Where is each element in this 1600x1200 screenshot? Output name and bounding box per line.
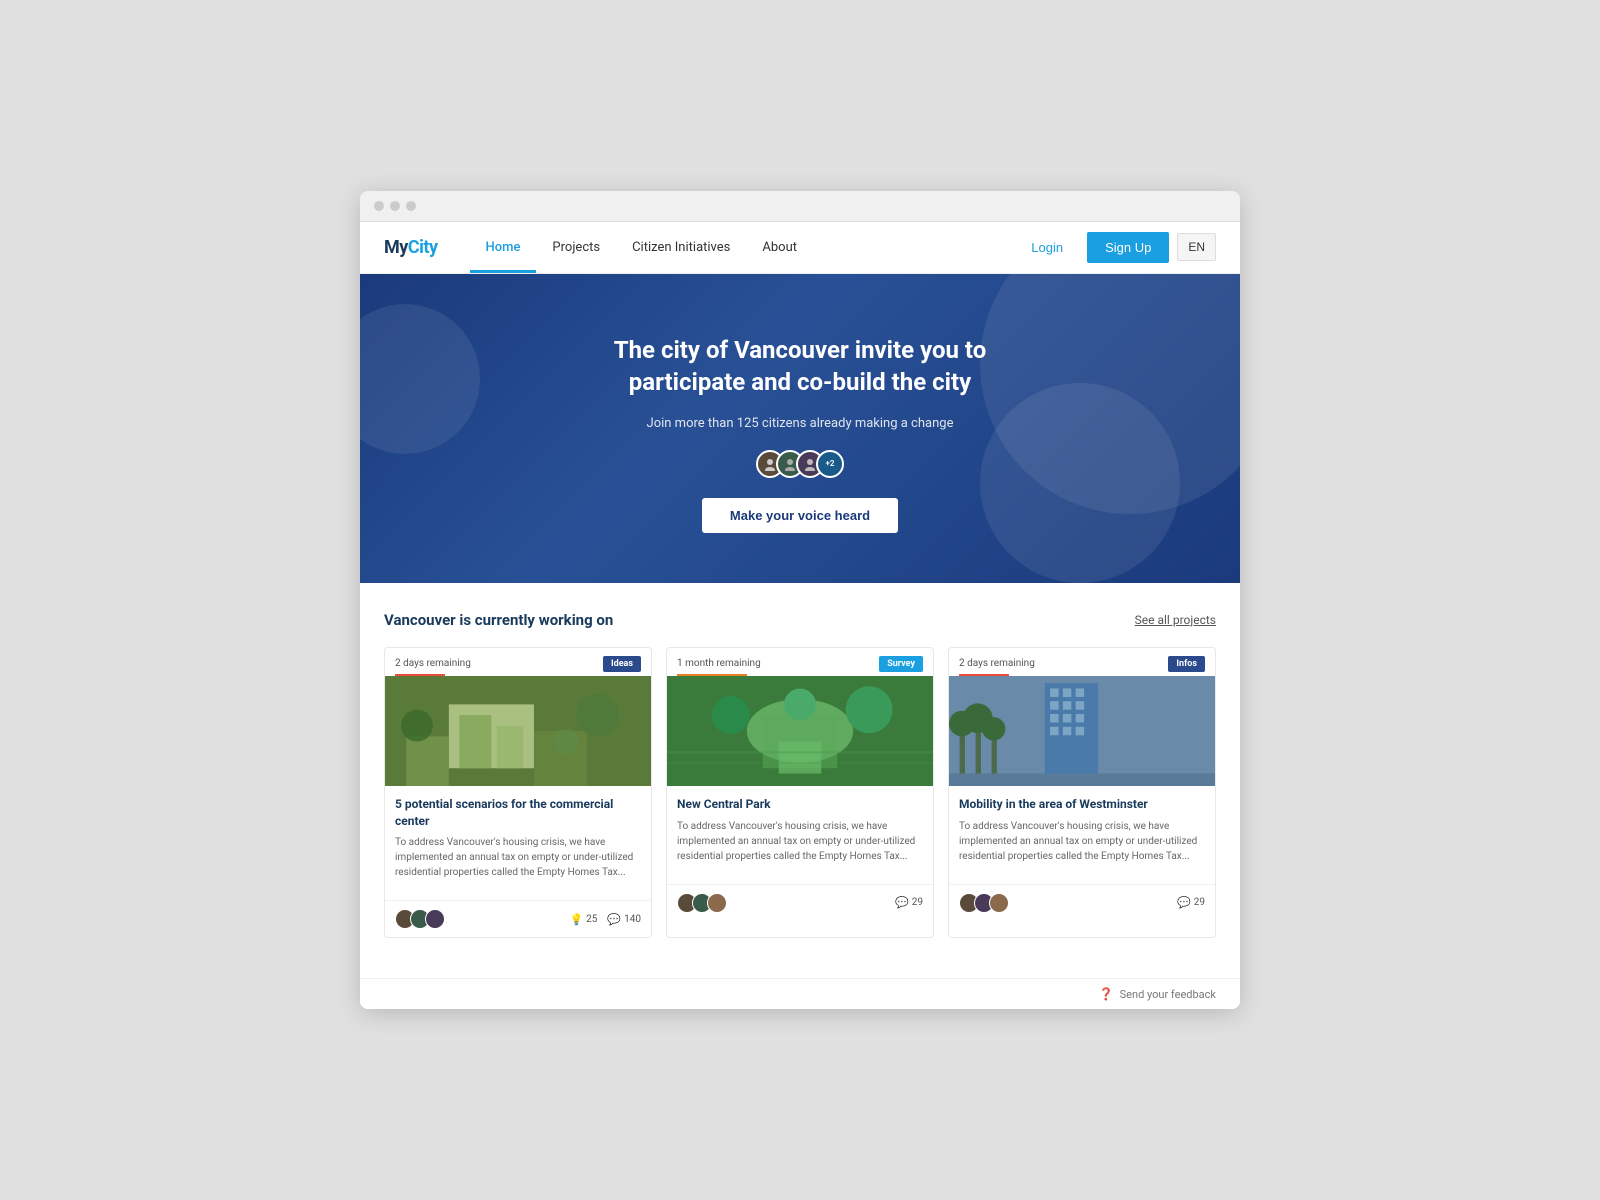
card-1-avatar-3 [425, 909, 445, 929]
card-3-comments-count: 29 [1194, 897, 1205, 908]
feedback-icon: ❓ [1099, 987, 1114, 1001]
card-3-title: Mobility in the area of Westminster [959, 796, 1205, 813]
hero-avatars: +2 [384, 450, 1216, 478]
card-3-body: Mobility in the area of Westminster To a… [949, 786, 1215, 884]
card-2-header: 1 month remaining Survey [667, 648, 933, 676]
card-1-avatars [395, 909, 445, 929]
projects-header: Vancouver is currently working on See al… [384, 611, 1216, 629]
browser-window: MyCity Home Projects Citizen Initiatives… [360, 191, 1240, 1010]
card-3-timer: 2 days remaining [959, 658, 1035, 669]
nav-actions: Login Sign Up EN [1015, 232, 1216, 263]
card-1-stat-comments: 💬 140 [607, 913, 641, 926]
card-1-header: 2 days remaining Ideas [385, 648, 651, 676]
card-3-avatars [959, 893, 1009, 913]
browser-chrome [360, 191, 1240, 222]
card-3-image [949, 676, 1215, 786]
nav-projects[interactable]: Projects [536, 221, 616, 273]
hero-content: The city of Vancouver invite you to part… [384, 334, 1216, 533]
card-1-desc: To address Vancouver's housing crisis, w… [395, 835, 641, 880]
card-2-avatar-3 [707, 893, 727, 913]
card-2-desc: To address Vancouver's housing crisis, w… [677, 819, 923, 864]
card-1-title: 5 potential scenarios for the commercial… [395, 796, 641, 830]
project-card-3[interactable]: 2 days remaining Infos [948, 647, 1216, 939]
feedback-bar: ❓ Send your feedback [360, 978, 1240, 1009]
card-1-timer: 2 days remaining [395, 658, 471, 669]
browser-dot-red [374, 201, 384, 211]
nav-about[interactable]: About [746, 221, 813, 273]
card-1-ideas-count: 25 [586, 914, 597, 925]
hero-subtitle: Join more than 125 citizens already maki… [384, 414, 1216, 434]
card-2-stat-comments: 💬 29 [895, 896, 923, 909]
card-2-title: New Central Park [677, 796, 923, 813]
project-card-1[interactable]: 2 days remaining Ideas [384, 647, 652, 939]
card-1-badge: Ideas [603, 656, 641, 672]
card-1-comments-count: 140 [624, 914, 641, 925]
browser-dot-yellow [390, 201, 400, 211]
card-3-avatar-3 [989, 893, 1009, 913]
bulb-icon: 💡 [569, 913, 583, 926]
card-3-stats: 💬 29 [1177, 896, 1205, 909]
card-3-header: 2 days remaining Infos [949, 648, 1215, 676]
avatar-count: +2 [816, 450, 844, 478]
card-2-body: New Central Park To address Vancouver's … [667, 786, 933, 884]
card-3-footer: 💬 29 [949, 884, 1215, 921]
nav-home[interactable]: Home [470, 221, 537, 273]
comment-icon: 💬 [607, 913, 621, 926]
browser-dot-green [406, 201, 416, 211]
card-2-badge: Survey [879, 656, 923, 672]
comment-icon-2: 💬 [895, 896, 909, 909]
nav-links: Home Projects Citizen Initiatives About [470, 221, 1016, 273]
hero-section: The city of Vancouver invite you to part… [360, 274, 1240, 583]
card-2-image [667, 676, 933, 786]
projects-section: Vancouver is currently working on See al… [360, 583, 1240, 979]
card-1-footer: 💡 25 💬 140 [385, 900, 651, 937]
login-button[interactable]: Login [1015, 234, 1079, 261]
hero-title: The city of Vancouver invite you to part… [560, 334, 1040, 399]
cta-button[interactable]: Make your voice heard [702, 498, 898, 533]
card-2-stats: 💬 29 [895, 896, 923, 909]
card-1-body: 5 potential scenarios for the commercial… [385, 786, 651, 901]
card-1-stats: 💡 25 💬 140 [569, 913, 641, 926]
nav-citizen-initiatives[interactable]: Citizen Initiatives [616, 221, 746, 273]
card-1-image [385, 676, 651, 786]
card-2-footer: 💬 29 [667, 884, 933, 921]
cards-grid: 2 days remaining Ideas [384, 647, 1216, 939]
projects-title: Vancouver is currently working on [384, 611, 613, 629]
card-2-avatars [677, 893, 727, 913]
card-3-stat-comments: 💬 29 [1177, 896, 1205, 909]
comment-icon-3: 💬 [1177, 896, 1191, 909]
project-card-2[interactable]: 1 month remaining Survey [666, 647, 934, 939]
navbar: MyCity Home Projects Citizen Initiatives… [360, 222, 1240, 274]
site-logo[interactable]: MyCity [384, 237, 438, 258]
feedback-text[interactable]: Send your feedback [1120, 988, 1216, 1001]
card-3-desc: To address Vancouver's housing crisis, w… [959, 819, 1205, 864]
card-3-badge: Infos [1168, 656, 1205, 672]
language-selector[interactable]: EN [1177, 233, 1216, 261]
card-2-comments-count: 29 [912, 897, 923, 908]
card-2-timer: 1 month remaining [677, 658, 761, 669]
card-1-stat-ideas: 💡 25 [569, 913, 597, 926]
see-all-link[interactable]: See all projects [1135, 613, 1216, 627]
signup-button[interactable]: Sign Up [1087, 232, 1169, 263]
